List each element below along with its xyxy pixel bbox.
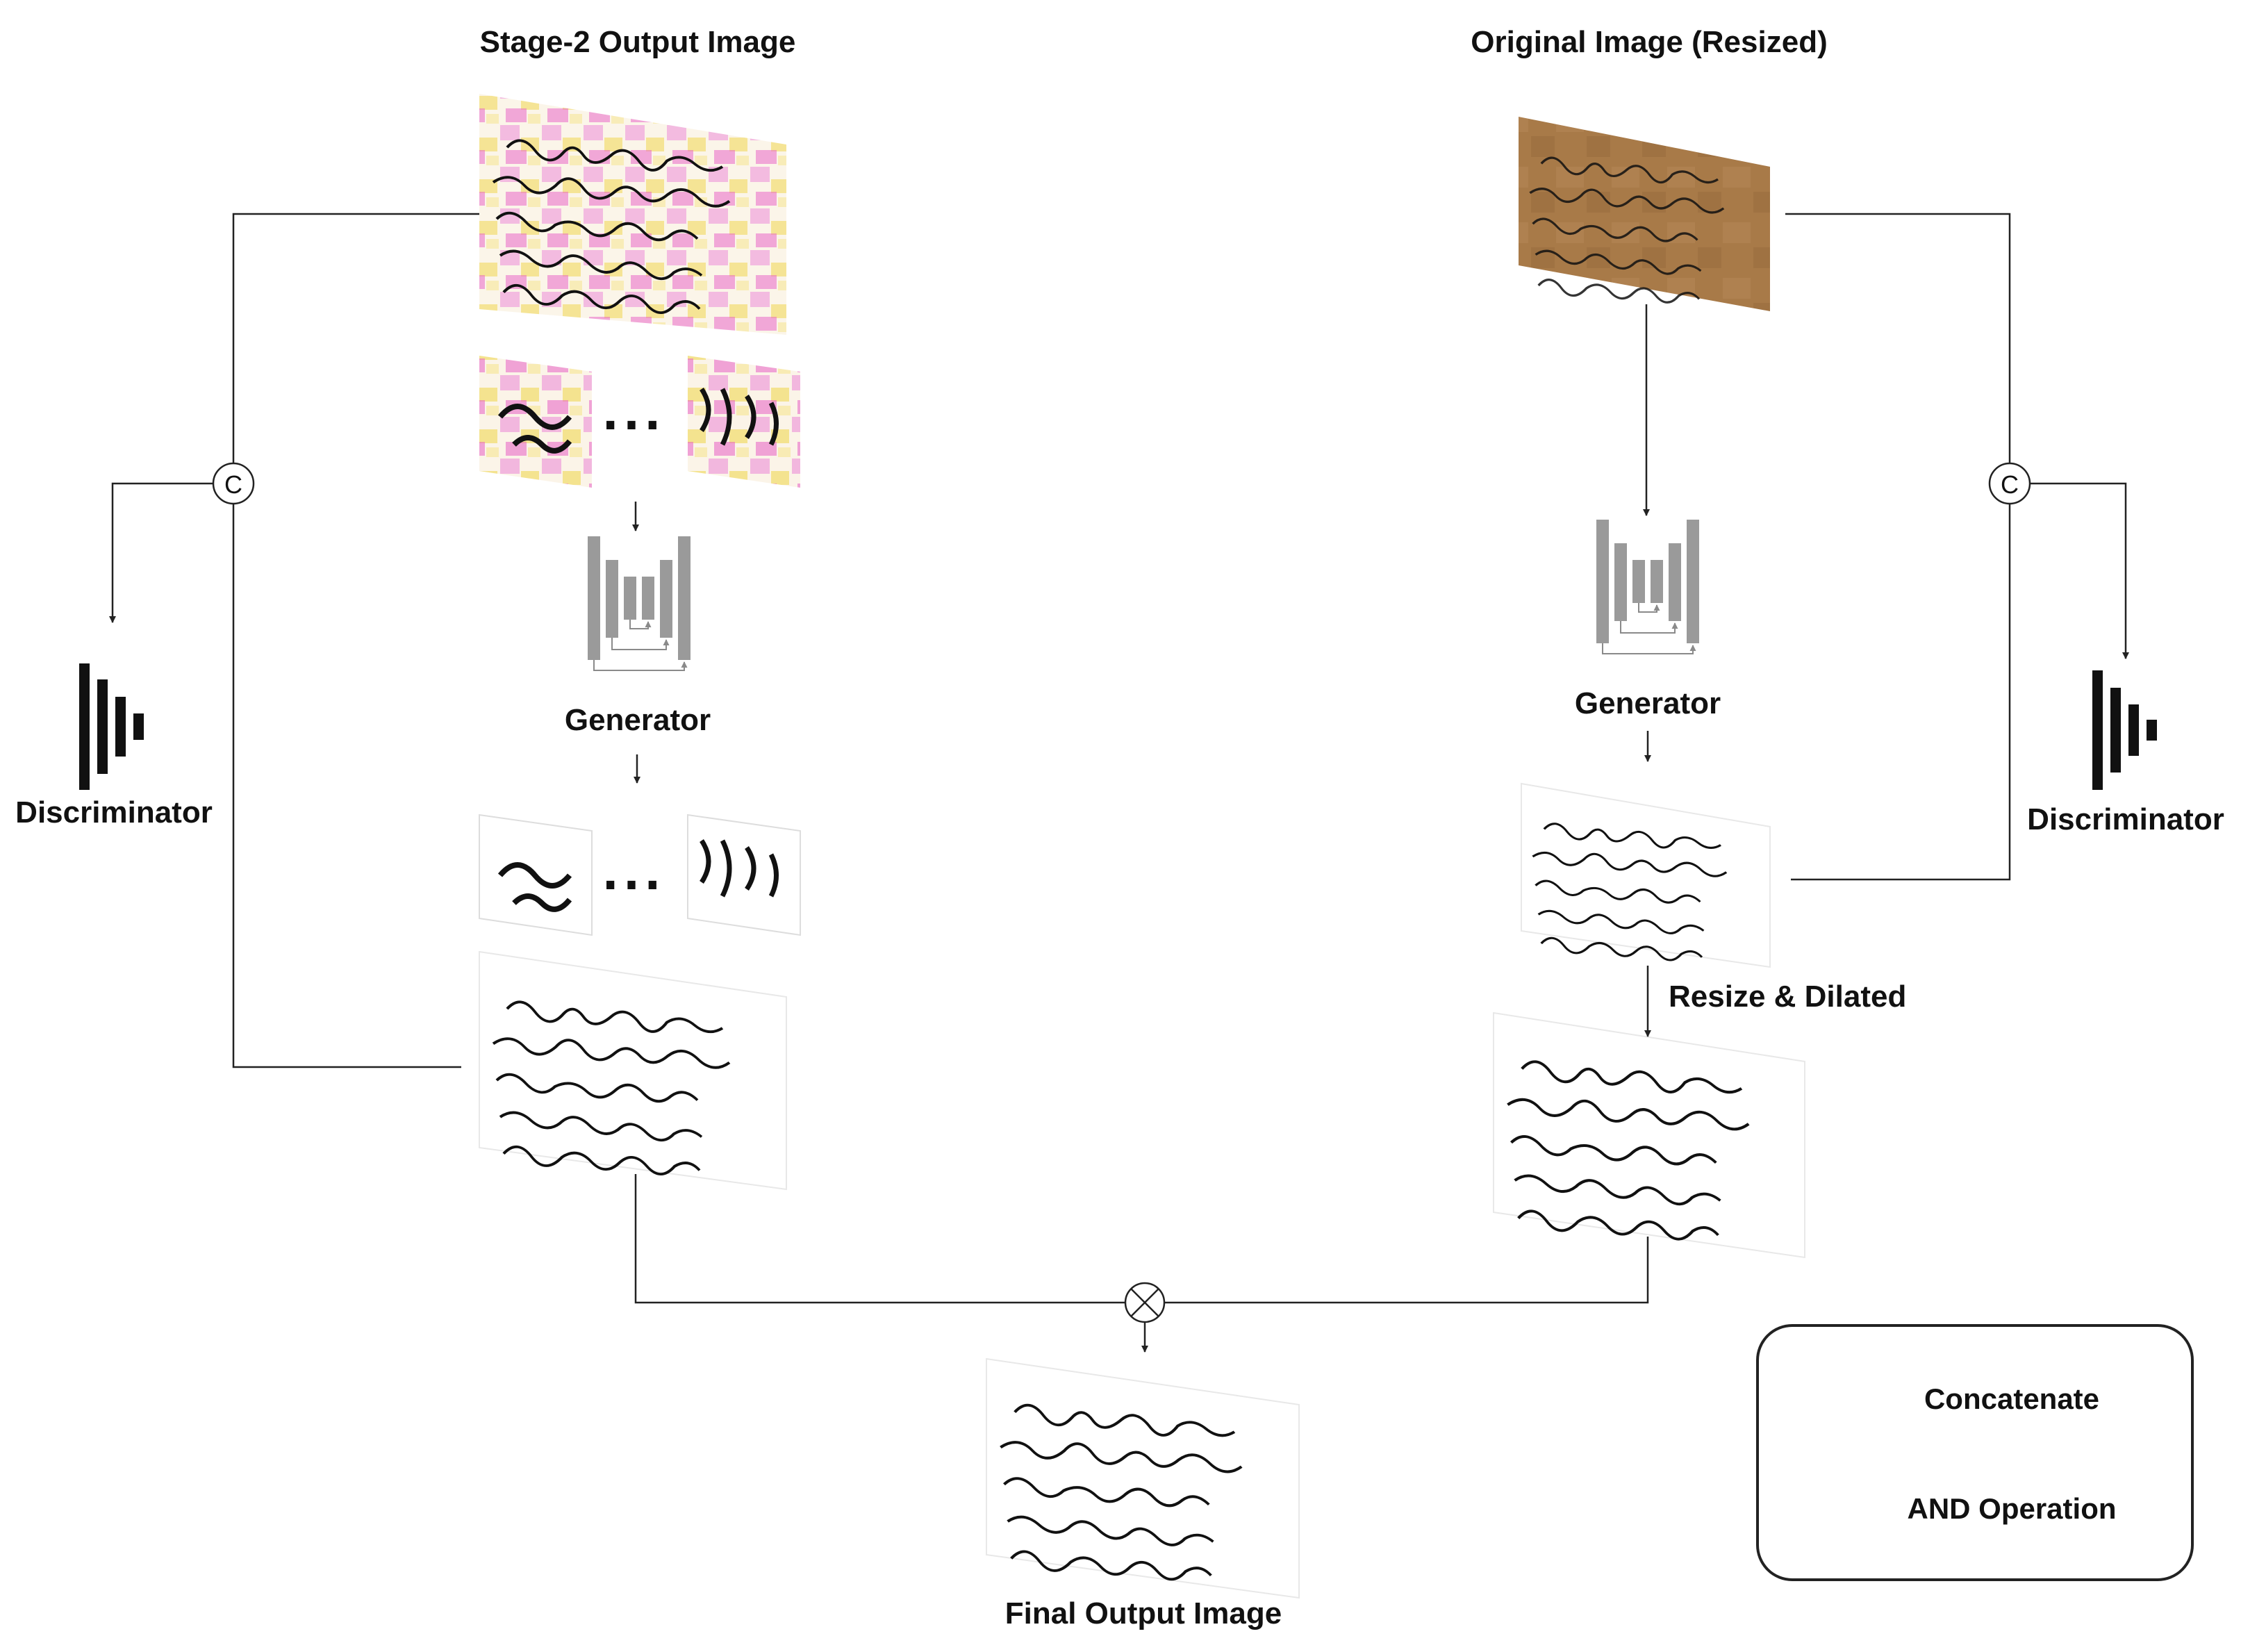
final-output-title: Final Output Image [1004,1596,1282,1630]
concat-left-symbol: C [224,470,242,499]
right-generator-output-image [1521,782,1771,970]
concat-right-symbol: C [2001,470,2019,499]
ellipsis-top: ... [602,389,665,440]
legend-concatenate-label: Concatenate [1924,1382,2100,1415]
generator-left-label: Generator [564,703,711,737]
resize-dilated-label: Resize & Dilated [1669,980,1907,1014]
stage2-binarized-image [479,950,787,1191]
input-patch-left [479,356,592,488]
and-operation-node [1124,1282,1166,1323]
input-patch-right [688,356,800,488]
ellipsis-bottom: ... [602,849,665,900]
discriminator-right-label: Discriminator [2027,802,2224,836]
stage2-output-title: Stage-2 Output Image [479,25,796,59]
generator-right-icon [1596,520,1699,654]
discriminator-left-label: Discriminator [15,795,213,829]
discriminator-left-icon [79,663,144,790]
output-patch-right [687,813,801,936]
generator-left-icon [588,536,691,671]
legend-and-operation-label: AND Operation [1907,1492,2117,1525]
concat-node-right: C [1988,462,2031,505]
discriminator-right-icon [2092,670,2157,790]
stage2-output-image [479,94,786,335]
concat-node-left: C [212,462,255,505]
resized-dilated-image [1493,1011,1805,1259]
output-patch-left [479,813,593,936]
generator-right-label: Generator [1574,686,1721,720]
legend-box [1756,1324,2194,1581]
original-image [1519,117,1770,313]
final-output-image [986,1357,1300,1599]
original-image-title: Original Image (Resized) [1471,25,1828,59]
